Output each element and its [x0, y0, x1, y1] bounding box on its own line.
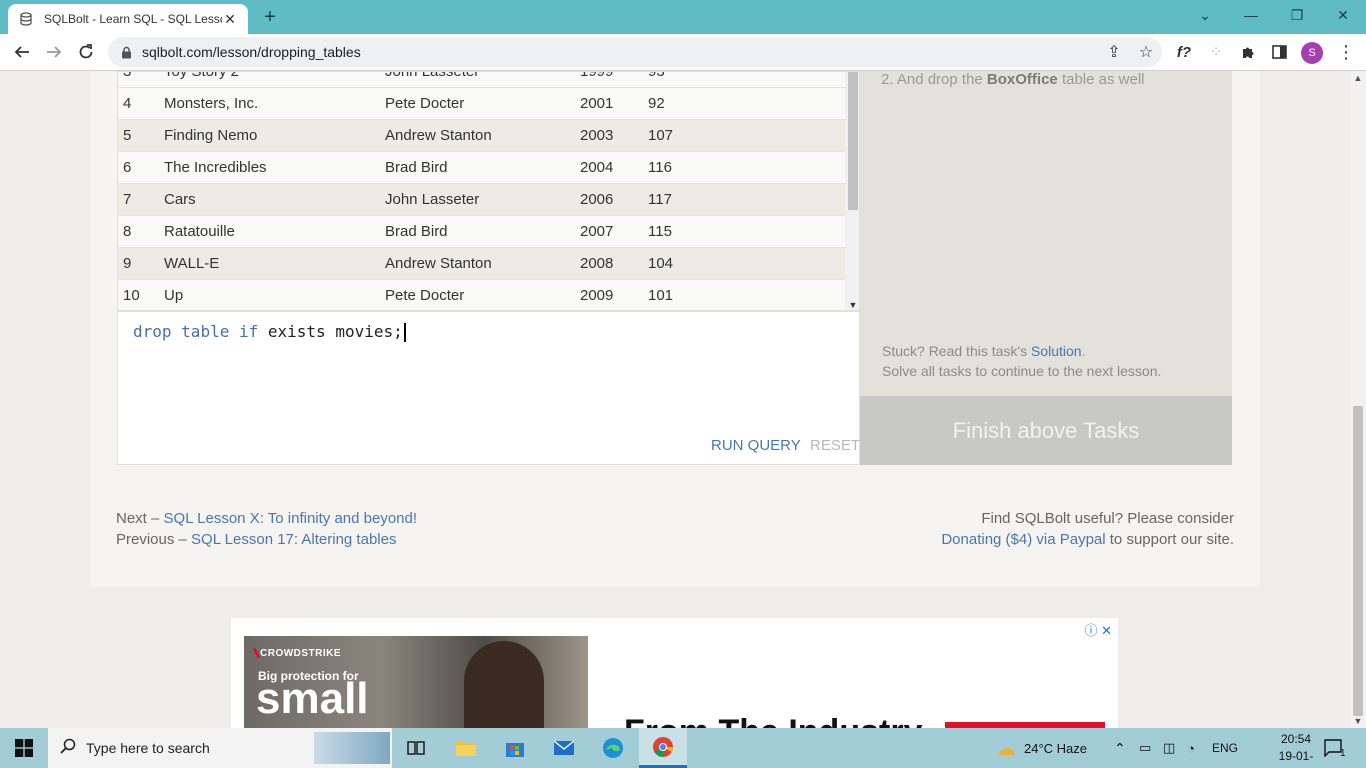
chrome-browser-icon[interactable]	[639, 728, 687, 768]
windows-taskbar: Type here to search ☁ 24°C Haze ⌃ ▭ ◫ ◔ …	[0, 728, 1366, 768]
help-text: Stuck? Read this task's Solution. Solve …	[882, 343, 1162, 379]
search-placeholder: Type here to search	[86, 740, 210, 756]
language-indicator[interactable]: ENG	[1212, 728, 1238, 768]
lock-icon[interactable]	[118, 46, 134, 59]
edge-browser-icon[interactable]	[589, 728, 637, 768]
previous-lesson-link[interactable]: SQL Lesson 17: Altering tables	[191, 531, 396, 548]
task-item-2: 2. And drop the BoxOffice table as well	[881, 71, 1145, 88]
scroll-down-arrow-icon[interactable]: ▼	[845, 300, 859, 310]
battery-icon[interactable]: ▭	[1139, 728, 1151, 768]
table-row: 6 The Incredibles Brad Bird 2004 116	[118, 152, 845, 184]
finish-tasks-button[interactable]: Finish above Tasks	[860, 396, 1232, 465]
notification-center-icon[interactable]: 1	[1324, 728, 1346, 768]
page-scrollbar[interactable]: ▲ ▼	[1350, 71, 1366, 728]
puzzle-icon[interactable]	[1234, 38, 1262, 66]
tab-search-icon[interactable]: ⌄	[1182, 0, 1228, 30]
weather-widget[interactable]: ☁ 24°C Haze	[996, 728, 1087, 768]
lesson-panel: 3 Toy Story 2 John Lasseter 1999 93 4 Mo…	[90, 71, 1260, 587]
wifi-icon[interactable]: ◔	[1187, 728, 1195, 768]
donate-section: Find SQLBolt useful? Please consider Don…	[941, 510, 1234, 548]
notification-count: 1	[1340, 747, 1346, 759]
next-lesson-link[interactable]: SQL Lesson X: To infinity and beyond!	[164, 510, 418, 527]
extension-icon[interactable]: ⁘	[1202, 38, 1230, 66]
reset-button[interactable]: RESET	[810, 437, 860, 454]
task-view-icon[interactable]	[392, 728, 440, 768]
url-text[interactable]: sqlbolt.com/lesson/dropping_tables	[142, 44, 1098, 60]
search-icon	[60, 738, 76, 759]
meet-now-icon[interactable]: ◫	[1163, 728, 1175, 768]
ad-person-image	[464, 641, 544, 728]
back-button[interactable]	[8, 38, 36, 66]
mail-icon[interactable]	[540, 728, 588, 768]
query-results-table: 3 Toy Story 2 John Lasseter 1999 93 4 Mo…	[117, 71, 860, 311]
table-row: 4 Monsters, Inc. Pete Docter 2001 92	[118, 88, 845, 120]
file-explorer-icon[interactable]	[442, 728, 490, 768]
run-query-button[interactable]: RUN QUERY	[711, 437, 801, 454]
windows-start-button[interactable]	[0, 728, 48, 768]
text-cursor	[403, 323, 406, 342]
sql-keyword-table: table	[181, 322, 230, 341]
ad-big-word: small	[256, 674, 369, 723]
share-icon[interactable]: ⇪	[1098, 38, 1130, 66]
lesson-navigation: Next – SQL Lesson X: To infinity and bey…	[116, 510, 418, 548]
menu-kebab-icon[interactable]: ⋮	[1332, 38, 1360, 66]
tab-bar: SQLBolt - Learn SQL - SQL Lesso ✕ + ⌄ — …	[0, 0, 1366, 34]
reload-button[interactable]	[72, 38, 100, 66]
new-tab-button[interactable]: +	[258, 4, 282, 30]
ad-image[interactable]: CROWDSTRIKE Big protection for small	[244, 636, 588, 728]
scroll-up-arrow-icon[interactable]: ▲	[1350, 73, 1366, 83]
advertisement[interactable]: CROWDSTRIKE Big protection for small Fro…	[231, 618, 1118, 728]
weather-haze-icon: ☁	[996, 737, 1016, 760]
tab-close-icon[interactable]: ✕	[222, 11, 238, 28]
sql-keyword-if: if	[238, 322, 259, 341]
table-row: 9 WALL-E Andrew Stanton 2008 104	[118, 248, 845, 280]
ad-headline: From The Industry	[624, 713, 922, 728]
tasks-panel: 2. And drop the BoxOffice table as well …	[860, 71, 1232, 396]
ad-info-icon[interactable]: ⓘ ✕	[1084, 620, 1112, 639]
results-scrollbar[interactable]: ▼	[845, 72, 859, 310]
donate-link[interactable]: Donating ($4) via Paypal	[941, 531, 1105, 548]
address-bar[interactable]: sqlbolt.com/lesson/dropping_tables ⇪ ☆	[108, 37, 1162, 67]
table-row: 10 Up Pete Docter 2009 101	[118, 280, 845, 310]
page-viewport: 3 Toy Story 2 John Lasseter 1999 93 4 Mo…	[0, 71, 1350, 728]
sql-editor[interactable]: drop table if exists movies; RUN QUERY R…	[117, 311, 860, 465]
profile-avatar[interactable]: S	[1301, 42, 1323, 64]
table-row: 3 Toy Story 2 John Lasseter 1999 93	[118, 72, 845, 88]
sql-code[interactable]: drop table if exists movies;	[133, 322, 406, 342]
restore-button[interactable]: ❐	[1274, 0, 1320, 30]
results-scrollbar-thumb[interactable]	[848, 72, 858, 210]
minimize-button[interactable]: —	[1228, 0, 1274, 30]
sql-keyword-drop: drop	[133, 322, 172, 341]
page-scrollbar-thumb[interactable]	[1353, 406, 1363, 716]
tray-chevron-up-icon[interactable]: ⌃	[1114, 728, 1126, 768]
table-row: 8 Ratatouille Brad Bird 2007 115	[118, 216, 845, 248]
browser-tab[interactable]: SQLBolt - Learn SQL - SQL Lesso ✕	[8, 4, 248, 34]
taskbar-search-box[interactable]: Type here to search	[48, 728, 392, 768]
table-row: 5 Finding Nemo Andrew Stanton 2003 107	[118, 120, 845, 152]
microsoft-store-icon[interactable]	[491, 728, 539, 768]
close-window-button[interactable]: ✕	[1320, 0, 1366, 30]
forward-button[interactable]	[40, 38, 68, 66]
tab-title: SQLBolt - Learn SQL - SQL Lesso	[44, 12, 222, 26]
solution-link[interactable]: Solution	[1031, 343, 1082, 359]
formula-extension-icon[interactable]: f?	[1170, 38, 1198, 66]
bookmark-star-icon[interactable]: ☆	[1130, 38, 1162, 66]
taskbar-clock[interactable]: 20:54 19-01-2023	[1266, 731, 1326, 768]
scroll-down-arrow-icon[interactable]: ▼	[1350, 716, 1366, 726]
ad-brand: CROWDSTRIKE	[260, 648, 342, 659]
browser-toolbar: sqlbolt.com/lesson/dropping_tables ⇪ ☆ f…	[0, 34, 1366, 71]
side-panel-icon[interactable]	[1265, 38, 1293, 66]
table-row: 7 Cars John Lasseter 2006 117	[118, 184, 845, 216]
database-icon	[18, 11, 34, 27]
search-highlight-image	[314, 732, 390, 764]
sql-code-rest: exists movies;	[267, 322, 403, 341]
